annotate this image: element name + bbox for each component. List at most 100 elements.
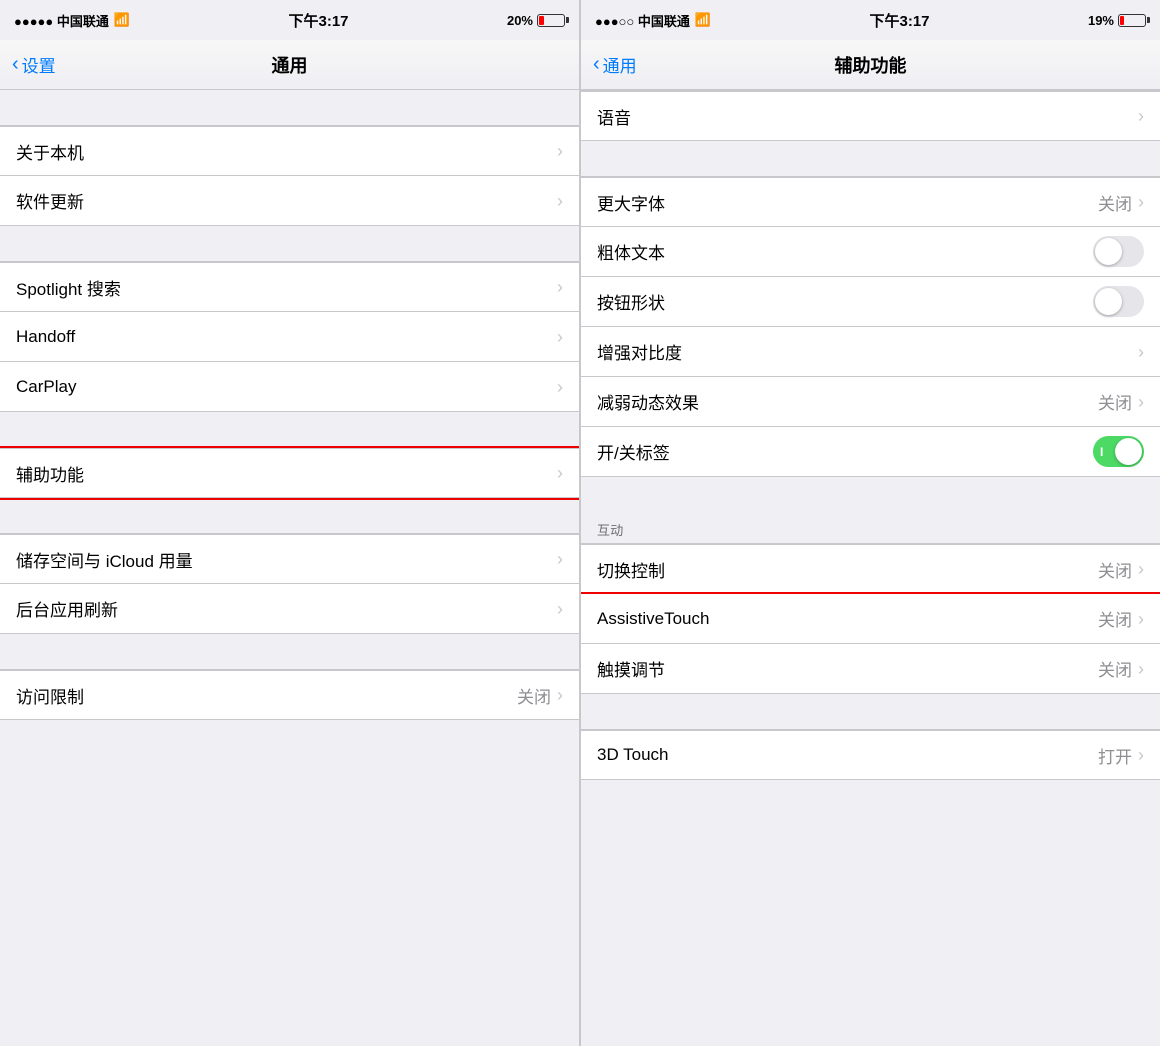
cell-value-assistive-touch: 关闭 bbox=[1098, 606, 1132, 631]
back-button-left[interactable]: ‹ 设置 bbox=[12, 52, 56, 77]
back-button-right[interactable]: ‹ 通用 bbox=[593, 52, 637, 77]
section-left-2: Spotlight 搜索 › Handoff › CarPlay › bbox=[0, 261, 579, 412]
battery-fill-left bbox=[539, 16, 544, 25]
time-right: 下午3:17 bbox=[870, 10, 930, 31]
wifi-icon-left: 📶 bbox=[114, 12, 130, 28]
cell-update[interactable]: 软件更新 › bbox=[0, 176, 579, 226]
cell-background[interactable]: 后台应用刷新 › bbox=[0, 584, 579, 634]
cell-3d-touch[interactable]: 3D Touch 打开 › bbox=[581, 730, 1160, 780]
chevron-switch-control: › bbox=[1138, 560, 1144, 578]
status-bar-left: ●●●●● 中国联通 📶 下午3:17 20% bbox=[0, 0, 579, 40]
cell-voice[interactable]: 语音 › bbox=[581, 91, 1160, 141]
toggle-button-shapes[interactable] bbox=[1093, 286, 1144, 317]
section-right-2: 更大字体 关闭 › 粗体文本 按钮形状 增强对比度 › bbox=[581, 176, 1160, 477]
cell-value-larger-text: 关闭 bbox=[1098, 190, 1132, 215]
battery-pct-right: 19% bbox=[1088, 13, 1114, 28]
page-title-right: 辅助功能 bbox=[835, 52, 907, 78]
cell-carplay[interactable]: CarPlay › bbox=[0, 362, 579, 412]
cell-label-assistive-touch: AssistiveTouch bbox=[597, 609, 1098, 629]
cell-label-about: 关于本机 bbox=[16, 139, 557, 164]
battery-icon-left bbox=[537, 14, 565, 27]
wifi-icon-right: 📶 bbox=[695, 12, 711, 28]
cell-larger-text[interactable]: 更大字体 关闭 › bbox=[581, 177, 1160, 227]
cell-button-shapes[interactable]: 按钮形状 bbox=[581, 277, 1160, 327]
section-header-interaction: 互动 bbox=[581, 512, 1160, 543]
cell-handoff[interactable]: Handoff › bbox=[0, 312, 579, 362]
status-right-right: 19% bbox=[1088, 13, 1146, 28]
cell-on-off-labels[interactable]: 开/关标签 I bbox=[581, 427, 1160, 477]
chevron-larger-text: › bbox=[1138, 193, 1144, 211]
time-left: 下午3:17 bbox=[289, 10, 349, 31]
toggle-knob-bold bbox=[1095, 238, 1122, 265]
cell-storage[interactable]: 储存空间与 iCloud 用量 › bbox=[0, 534, 579, 584]
cell-label-contrast: 增强对比度 bbox=[597, 339, 1138, 364]
back-chevron-left: ‹ bbox=[12, 54, 19, 74]
cell-label-3d-touch: 3D Touch bbox=[597, 745, 1098, 765]
cell-value-switch-control: 关闭 bbox=[1098, 557, 1132, 582]
cell-label-switch-control: 切换控制 bbox=[597, 557, 1098, 582]
chevron-accessibility: › bbox=[557, 464, 563, 482]
chevron-assistive-touch: › bbox=[1138, 610, 1144, 628]
chevron-spotlight: › bbox=[557, 278, 563, 296]
chevron-3d-touch: › bbox=[1138, 746, 1144, 764]
cell-switch-control[interactable]: 切换控制 关闭 › bbox=[581, 544, 1160, 594]
cell-assistive-touch[interactable]: AssistiveTouch 关闭 › bbox=[581, 594, 1160, 644]
cell-about[interactable]: 关于本机 › bbox=[0, 126, 579, 176]
cell-spotlight[interactable]: Spotlight 搜索 › bbox=[0, 262, 579, 312]
chevron-about: › bbox=[557, 142, 563, 160]
toggle-knob-shapes bbox=[1095, 288, 1122, 315]
cell-value-touch-adjust: 关闭 bbox=[1098, 656, 1132, 681]
spacer-left-4 bbox=[0, 498, 579, 533]
cell-label-button-shapes: 按钮形状 bbox=[597, 289, 1093, 314]
battery-fill-right bbox=[1120, 16, 1124, 25]
section-left-1: 关于本机 › 软件更新 › bbox=[0, 125, 579, 226]
spacer-left-2 bbox=[0, 226, 579, 261]
battery-pct-left: 20% bbox=[507, 13, 533, 28]
spacer-left-5 bbox=[0, 634, 579, 669]
cell-label-on-off-labels: 开/关标签 bbox=[597, 439, 1093, 464]
settings-list-right: 语音 › 更大字体 关闭 › 粗体文本 按钮形状 bbox=[581, 90, 1160, 1046]
cell-label-update: 软件更新 bbox=[16, 188, 557, 213]
section-left-3: 辅助功能 › bbox=[0, 447, 579, 498]
cell-value-reduce-motion: 关闭 bbox=[1098, 389, 1132, 414]
section-left-4: 储存空间与 iCloud 用量 › 后台应用刷新 › bbox=[0, 533, 579, 634]
chevron-restrictions: › bbox=[557, 686, 563, 704]
section-right-3: 切换控制 关闭 › AssistiveTouch 关闭 › 触摸调节 关闭 › bbox=[581, 543, 1160, 694]
cell-label-accessibility: 辅助功能 bbox=[16, 461, 557, 486]
cell-label-spotlight: Spotlight 搜索 bbox=[16, 275, 557, 300]
section-right-1: 语音 › bbox=[581, 90, 1160, 141]
cell-label-voice: 语音 bbox=[597, 104, 1138, 129]
right-panel: ●●●○○ 中国联通 📶 下午3:17 19% ‹ 通用 辅助功能 语音 › bbox=[580, 0, 1160, 1046]
chevron-handoff: › bbox=[557, 328, 563, 346]
toggle-bold-text[interactable] bbox=[1093, 236, 1144, 267]
cell-accessibility[interactable]: 辅助功能 › bbox=[0, 448, 579, 498]
cell-value-restrictions: 关闭 bbox=[517, 683, 551, 708]
chevron-reduce-motion: › bbox=[1138, 393, 1144, 411]
left-panel: ●●●●● 中国联通 📶 下午3:17 20% ‹ 设置 通用 关于本机 › bbox=[0, 0, 580, 1046]
chevron-voice: › bbox=[1138, 107, 1144, 125]
chevron-contrast: › bbox=[1138, 343, 1144, 361]
nav-bar-left: ‹ 设置 通用 bbox=[0, 40, 579, 90]
section-right-4: 3D Touch 打开 › bbox=[581, 729, 1160, 780]
cell-label-storage: 储存空间与 iCloud 用量 bbox=[16, 547, 557, 572]
cell-label-background: 后台应用刷新 bbox=[16, 596, 557, 621]
cell-label-reduce-motion: 减弱动态效果 bbox=[597, 389, 1098, 414]
status-left: ●●●●● 中国联通 📶 bbox=[14, 11, 130, 30]
back-label-right: 通用 bbox=[603, 52, 637, 77]
spacer-right-1 bbox=[581, 141, 1160, 176]
spacer-right-3 bbox=[581, 694, 1160, 729]
toggle-on-label: I bbox=[1100, 445, 1103, 459]
cell-touch-adjust[interactable]: 触摸调节 关闭 › bbox=[581, 644, 1160, 694]
cell-label-handoff: Handoff bbox=[16, 327, 557, 347]
cell-reduce-motion[interactable]: 减弱动态效果 关闭 › bbox=[581, 377, 1160, 427]
chevron-background: › bbox=[557, 600, 563, 618]
nav-bar-right: ‹ 通用 辅助功能 bbox=[581, 40, 1160, 90]
cell-bold-text[interactable]: 粗体文本 bbox=[581, 227, 1160, 277]
cell-contrast[interactable]: 增强对比度 › bbox=[581, 327, 1160, 377]
cell-restrictions[interactable]: 访问限制 关闭 › bbox=[0, 670, 579, 720]
toggle-on-off-labels[interactable]: I bbox=[1093, 436, 1144, 467]
cell-value-3d-touch: 打开 bbox=[1098, 743, 1132, 768]
cell-label-restrictions: 访问限制 bbox=[16, 683, 517, 708]
status-right-left: 20% bbox=[507, 13, 565, 28]
cell-label-touch-adjust: 触摸调节 bbox=[597, 656, 1098, 681]
